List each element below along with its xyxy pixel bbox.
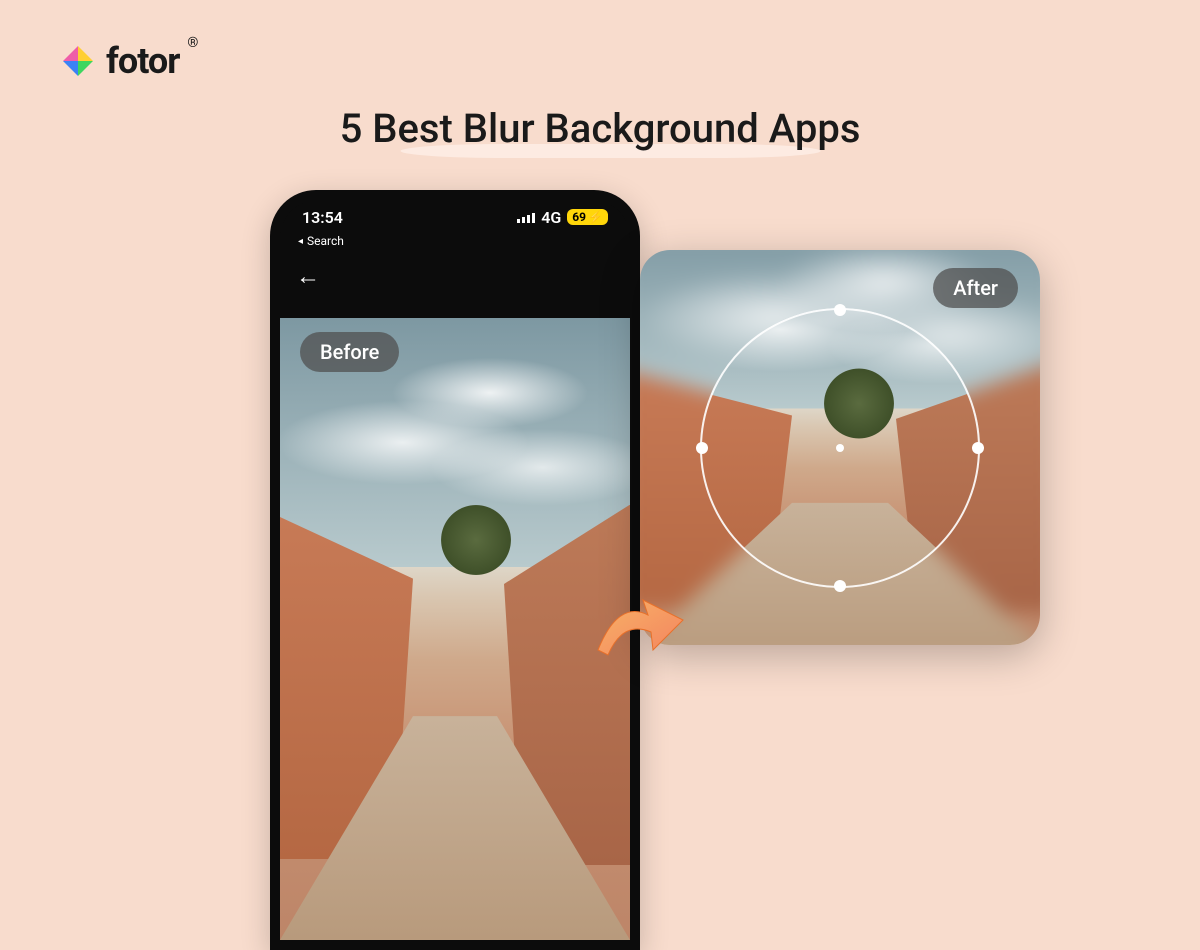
transition-arrow-icon [588, 590, 688, 670]
brand-logo: fotor ® [60, 40, 200, 82]
fotor-logo-icon [60, 43, 96, 79]
after-badge: After [933, 268, 1018, 308]
back-arrow-icon[interactable]: ← [296, 262, 320, 291]
phone-mockup: 13:54 4G 69 ⚡ ◂ Search ← [270, 190, 640, 950]
focus-handle-right[interactable] [972, 442, 984, 454]
focus-handle-top[interactable] [834, 304, 846, 316]
battery-percent: 69 [572, 210, 586, 224]
focus-handle-center[interactable] [836, 444, 844, 452]
focus-handle-left[interactable] [696, 442, 708, 454]
breadcrumb-back-icon: ◂ [298, 236, 303, 247]
signal-icon [517, 211, 535, 223]
page-title: 5 Best Blur Background Apps [340, 105, 861, 152]
status-bar: 13:54 4G 69 ⚡ [280, 200, 630, 234]
brand-name: fotor [106, 40, 179, 82]
focus-circle-control[interactable] [700, 308, 980, 588]
breadcrumb[interactable]: ◂ Search [280, 234, 630, 254]
network-label: 4G [541, 208, 561, 227]
after-image-card: After [640, 250, 1040, 645]
battery-indicator: 69 ⚡ [567, 209, 608, 225]
status-time: 13:54 [302, 208, 343, 227]
before-image-area: Before [280, 318, 630, 940]
charging-icon: ⚡ [588, 210, 603, 224]
app-toolbar: ← [280, 254, 630, 298]
breadcrumb-label: Search [307, 234, 344, 248]
trademark-symbol: ® [187, 35, 198, 51]
before-badge: Before [300, 332, 399, 372]
phone-screen: 13:54 4G 69 ⚡ ◂ Search ← [280, 200, 630, 940]
page-heading: 5 Best Blur Background Apps [340, 105, 861, 152]
focus-handle-bottom[interactable] [834, 580, 846, 592]
street-photo [280, 318, 630, 940]
